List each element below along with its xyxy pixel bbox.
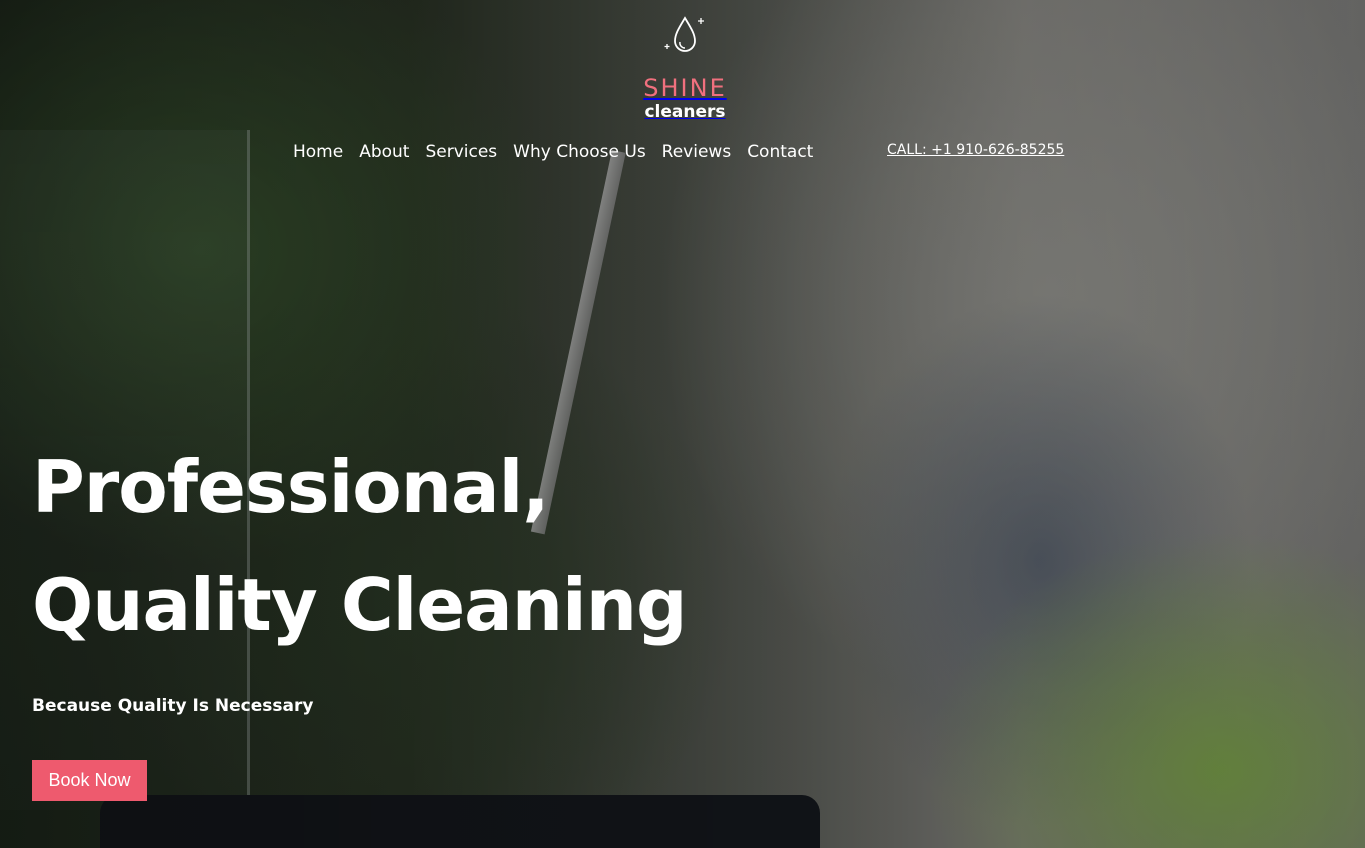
nav-reviews[interactable]: Reviews	[662, 140, 732, 164]
nav-about[interactable]: About	[359, 140, 409, 164]
brand-name: SHINE	[643, 74, 727, 102]
main-nav: Home About Services Why Choose Us Review…	[293, 140, 829, 164]
brand-subtitle: cleaners	[644, 102, 726, 122]
nav-services[interactable]: Services	[425, 140, 497, 164]
water-drop-icon	[664, 16, 704, 52]
headline-line-2: Quality Cleaning	[32, 563, 687, 647]
hero-background-image	[0, 0, 1365, 848]
call-phone-link[interactable]: CALL: +1 910-626-85255	[887, 140, 1064, 160]
nav-home[interactable]: Home	[293, 140, 343, 164]
site-logo[interactable]: SHINE cleaners	[630, 14, 740, 122]
nav-why-choose-us[interactable]: Why Choose Us	[513, 140, 646, 164]
hero-tagline: Because Quality Is Necessary	[32, 696, 314, 716]
book-now-button[interactable]: Book Now	[32, 760, 147, 801]
headline-line-1: Professional,	[32, 445, 550, 529]
nav-contact[interactable]: Contact	[747, 140, 813, 164]
hero-overlay	[0, 0, 1365, 848]
hero-headline: Professional, Quality Cleaning	[32, 428, 687, 664]
